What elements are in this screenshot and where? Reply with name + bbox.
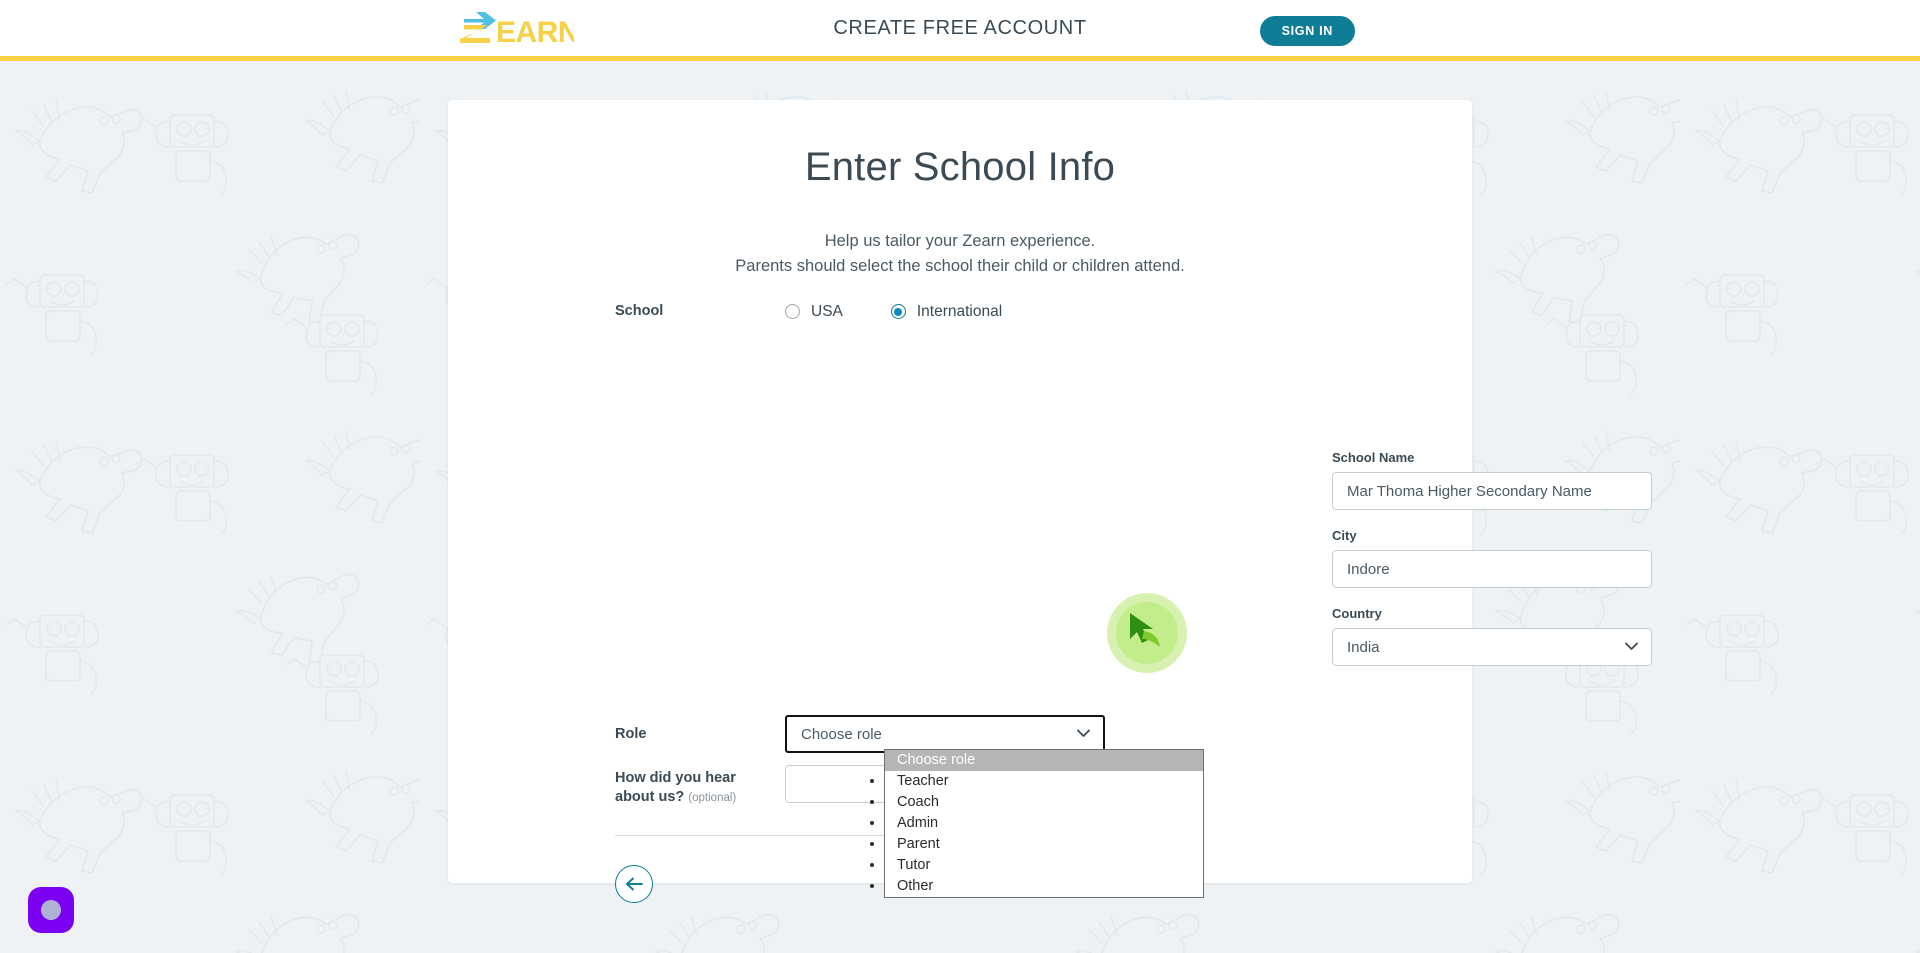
country-select-value: India (1347, 638, 1380, 656)
hear-about-us-label-line-2: about us? (615, 789, 685, 805)
role-dropdown-list[interactable]: Choose role Teacher Coach Admin Parent T… (884, 748, 1204, 898)
site-header: EARN CREATE FREE ACCOUNT SIGN IN (0, 0, 1920, 61)
chat-widget-button[interactable] (28, 887, 74, 933)
radio-option-international[interactable]: International (890, 302, 1003, 321)
role-option-other[interactable]: Other (885, 876, 1203, 897)
page-title: Enter School Info (804, 145, 1116, 189)
role-select-value: Choose role (801, 725, 882, 743)
sign-in-button[interactable]: SIGN IN (1259, 16, 1355, 46)
school-detail-fields: School Name City Country India (1332, 450, 1652, 666)
role-row: Role Choose role (615, 715, 1475, 753)
country-field: Country India (1332, 606, 1652, 666)
role-label: Role (615, 725, 647, 742)
city-field: City (1332, 528, 1652, 588)
school-name-label: School Name (1332, 450, 1415, 465)
radio-usa-circle[interactable] (785, 304, 800, 319)
chevron-down-icon (1077, 729, 1090, 738)
country-select[interactable]: India (1332, 628, 1652, 666)
city-input[interactable] (1332, 550, 1652, 588)
country-label: Country (1332, 606, 1382, 621)
radio-option-usa[interactable]: USA (785, 303, 843, 321)
chat-bubble-icon (41, 900, 61, 920)
radio-international-circle[interactable] (890, 304, 906, 319)
optional-tag: (optional) (688, 792, 737, 804)
city-label: City (1332, 528, 1357, 543)
role-option-coach[interactable]: Coach (885, 792, 1203, 813)
hear-about-us-label-line-1: How did you hear (615, 770, 736, 786)
page-subtitle-line-2: Parents should select the school their c… (735, 257, 1185, 275)
role-select[interactable]: Choose role (785, 715, 1105, 753)
page-subtitle-line-1: Help us tailor your Zearn experience. (824, 232, 1096, 250)
school-type-radio-group: USA International (785, 303, 1050, 321)
role-option-tutor[interactable]: Tutor (885, 855, 1203, 876)
radio-usa-label: USA (811, 302, 843, 320)
hear-about-us-label: How did you hear about us? (optional) (615, 765, 785, 808)
arrow-left-icon (625, 877, 643, 891)
page-header-title: CREATE FREE ACCOUNT (833, 17, 1087, 39)
role-option-teacher[interactable]: Teacher (885, 771, 1203, 792)
school-name-input[interactable] (1332, 472, 1652, 510)
radio-international-label: International (916, 302, 1003, 320)
role-option-parent[interactable]: Parent (885, 834, 1203, 855)
chevron-down-icon (1625, 642, 1638, 651)
school-type-row: School USA International (615, 302, 1315, 321)
role-option-admin[interactable]: Admin (885, 813, 1203, 834)
back-button[interactable] (615, 865, 653, 903)
school-label: School (615, 303, 664, 319)
role-option-choose-role[interactable]: Choose role (885, 749, 1203, 771)
school-name-field: School Name (1332, 450, 1652, 510)
